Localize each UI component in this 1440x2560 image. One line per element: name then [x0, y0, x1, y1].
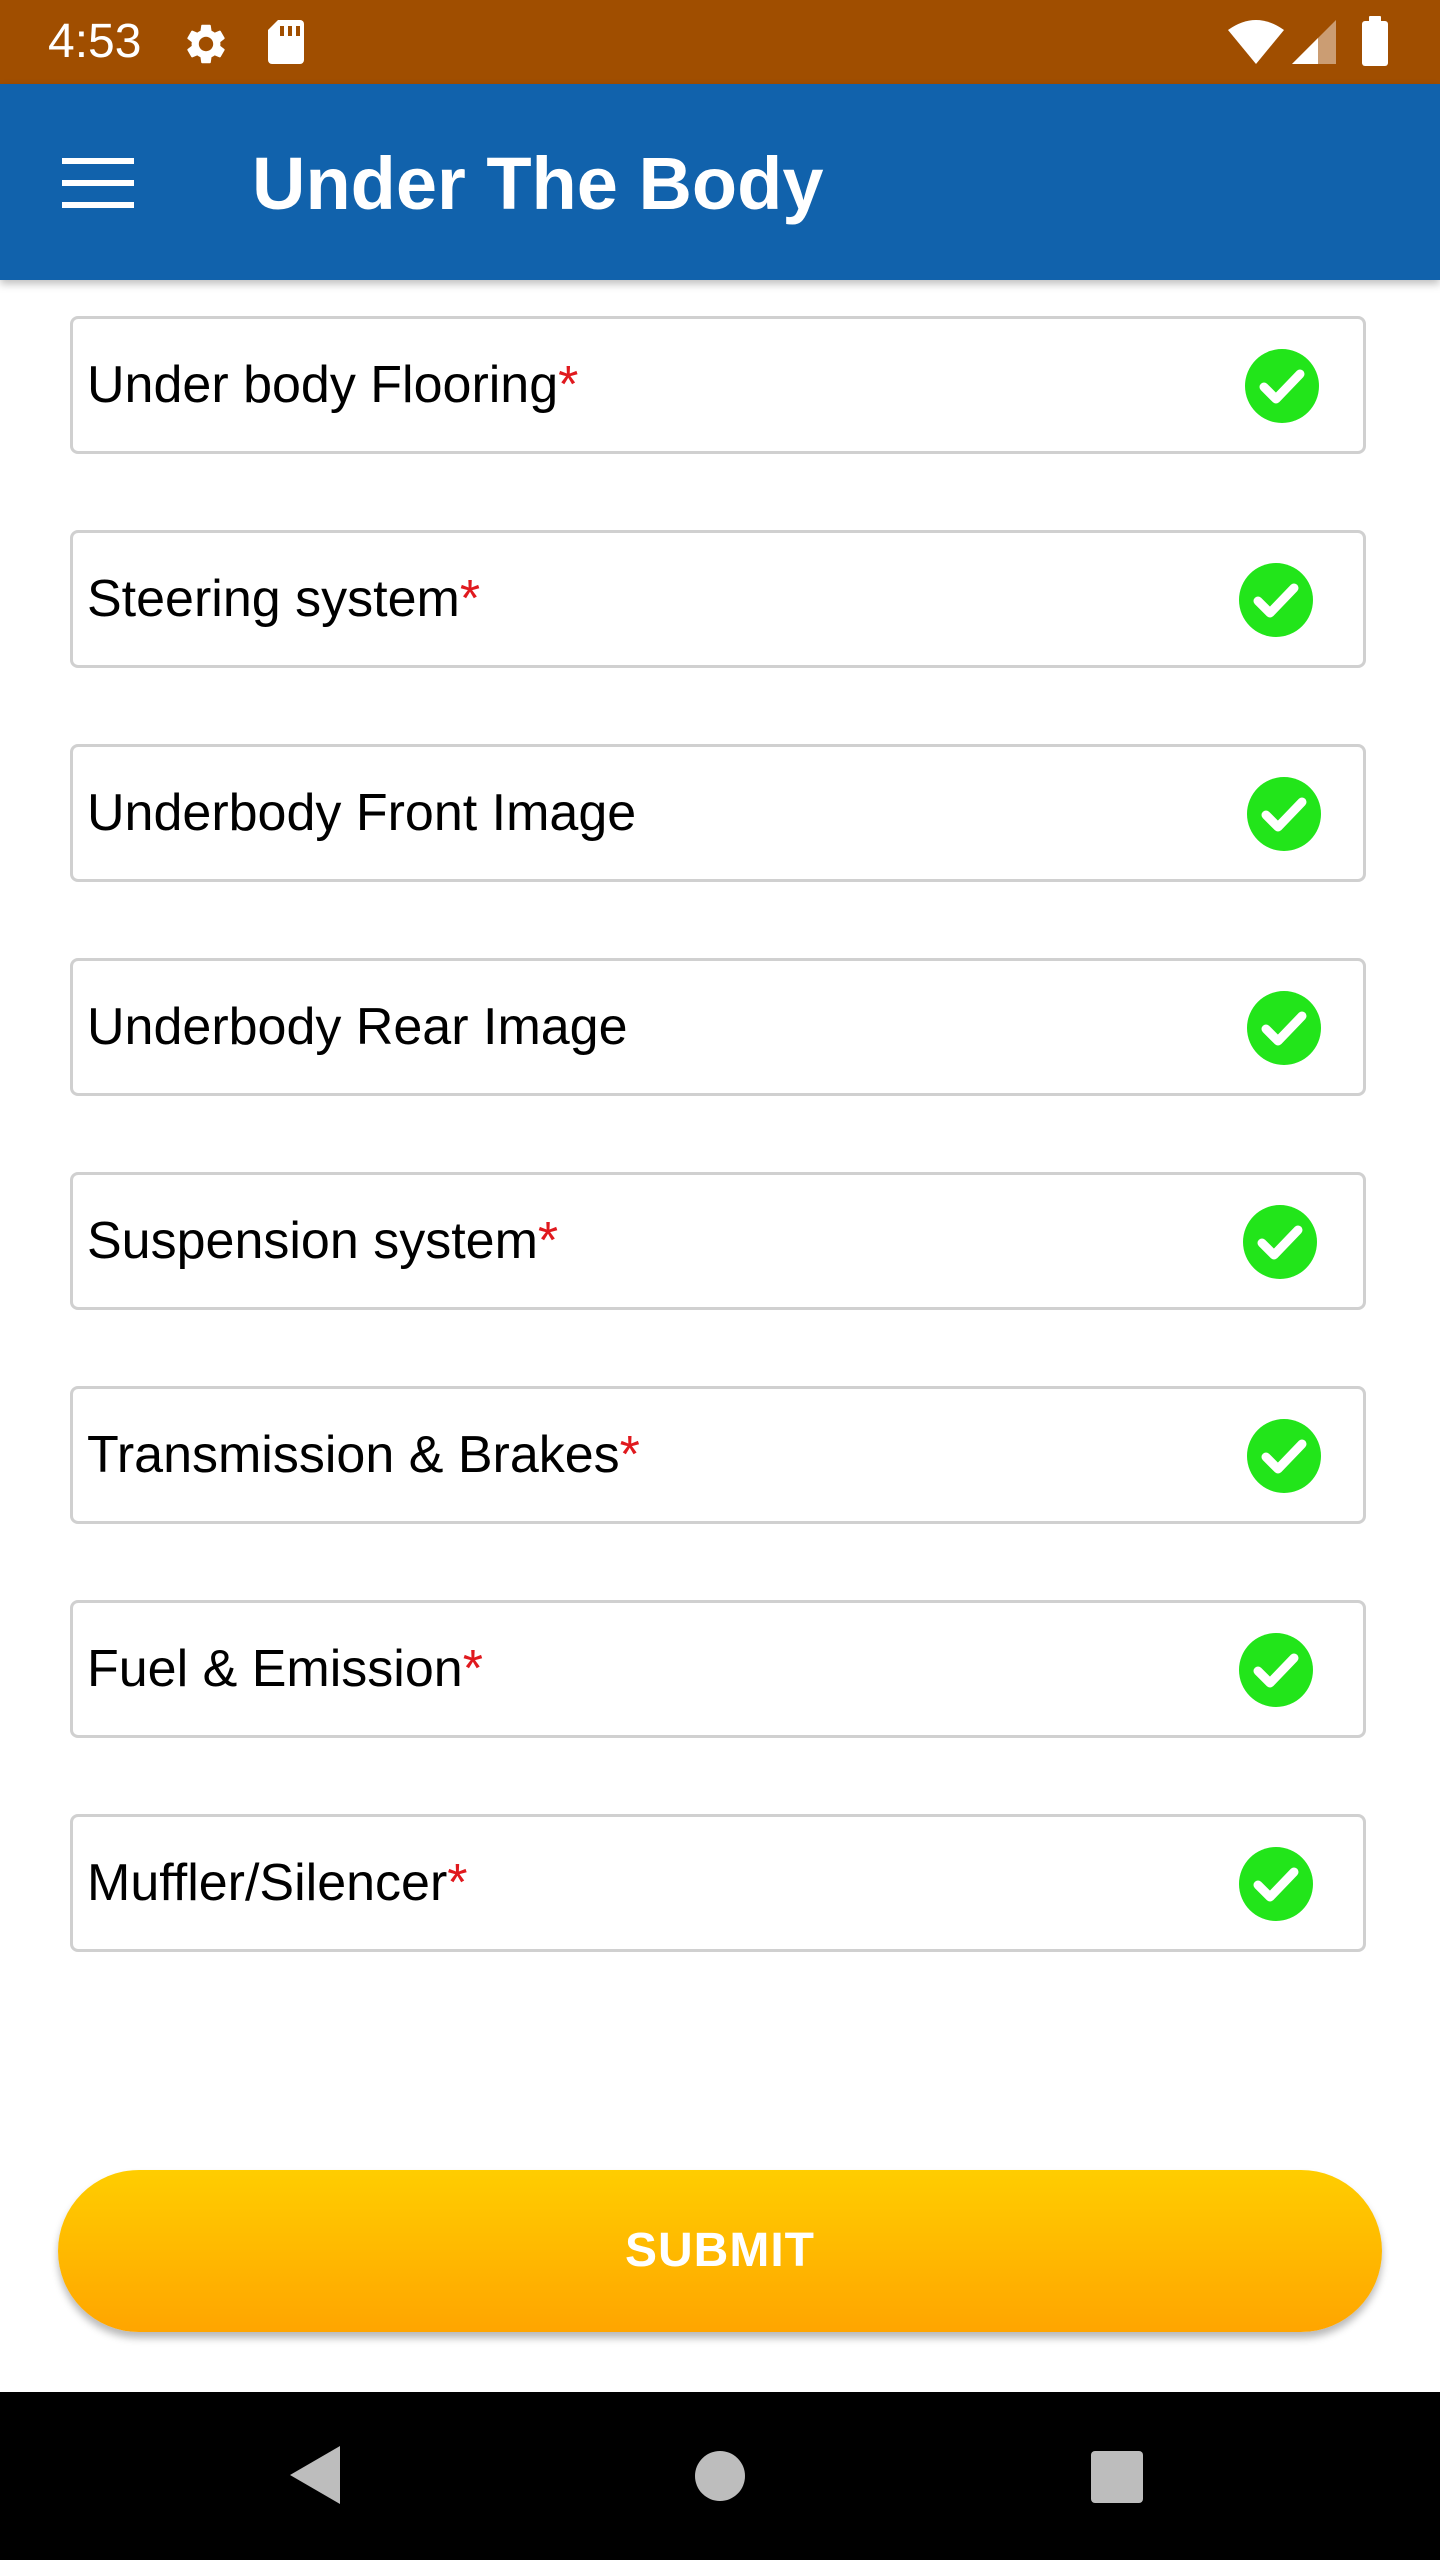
gear-icon — [182, 20, 230, 73]
home-icon[interactable] — [694, 2450, 746, 2507]
item-label-text: Suspension system — [87, 1212, 538, 1270]
required-asterisk: * — [537, 1212, 559, 1270]
check-circle-icon — [1239, 563, 1313, 637]
check-circle-icon — [1247, 991, 1321, 1065]
check-circle-icon — [1243, 1205, 1317, 1279]
battery-icon — [1360, 16, 1390, 71]
required-asterisk: * — [619, 1426, 640, 1484]
checklist-item-under-body-flooring[interactable]: Under body Flooring* — [70, 316, 1366, 454]
system-nav-bar — [0, 2392, 1440, 2560]
checklist-item-steering-system[interactable]: Steering system* — [70, 530, 1366, 668]
check-circle-icon — [1239, 1847, 1313, 1921]
item-label-text: Transmission & Brakes — [87, 1426, 620, 1484]
check-circle-icon — [1239, 1633, 1313, 1707]
item-label-text: Under body Flooring — [87, 356, 559, 414]
back-icon[interactable] — [284, 2442, 344, 2513]
check-circle-icon — [1245, 349, 1319, 423]
item-label: Under body Flooring* — [87, 319, 578, 451]
item-label-text: Underbody Front Image — [87, 784, 637, 842]
required-asterisk: * — [462, 1640, 483, 1698]
checklist-item-underbody-rear-image[interactable]: Underbody Rear Image — [70, 958, 1366, 1096]
recents-icon[interactable] — [1090, 2450, 1144, 2509]
status-time: 4:53 — [48, 15, 142, 68]
app-bar: Under The Body — [0, 84, 1440, 280]
checklist-item-suspension-system[interactable]: Suspension system* — [70, 1172, 1366, 1310]
submit-button[interactable]: SUBMIT — [58, 2170, 1382, 2332]
item-label: Transmission & Brakes* — [87, 1389, 640, 1521]
item-label: Suspension system* — [87, 1175, 558, 1307]
wifi-icon — [1226, 18, 1286, 71]
item-label-text: Fuel & Emission — [87, 1640, 463, 1698]
checklist-item-underbody-front-image[interactable]: Underbody Front Image — [70, 744, 1366, 882]
sd-card-icon — [266, 18, 306, 71]
checklist-item-fuel-emission[interactable]: Fuel & Emission* — [70, 1600, 1366, 1738]
item-label: Fuel & Emission* — [87, 1603, 483, 1735]
item-label-text: Steering system — [87, 570, 460, 628]
required-asterisk: * — [459, 570, 481, 628]
page-title: Under The Body — [252, 142, 824, 225]
item-label: Underbody Front Image — [87, 747, 636, 879]
item-label: Muffler/Silencer* — [87, 1817, 468, 1949]
status-bar: 4:53 — [0, 0, 1440, 84]
cell-signal-icon — [1292, 18, 1338, 71]
item-label-text: Underbody Rear Image — [87, 998, 628, 1056]
required-asterisk: * — [558, 356, 579, 414]
hamburger-menu-icon[interactable] — [40, 138, 156, 228]
item-label-text: Muffler/Silencer — [87, 1854, 448, 1912]
item-label: Steering system* — [87, 533, 480, 665]
check-circle-icon — [1247, 1419, 1321, 1493]
item-label: Underbody Rear Image — [87, 961, 628, 1093]
checklist-item-muffler-silencer[interactable]: Muffler/Silencer* — [70, 1814, 1366, 1952]
checklist-item-transmission-brakes[interactable]: Transmission & Brakes* — [70, 1386, 1366, 1524]
required-asterisk: * — [447, 1854, 468, 1912]
check-circle-icon — [1247, 777, 1321, 851]
